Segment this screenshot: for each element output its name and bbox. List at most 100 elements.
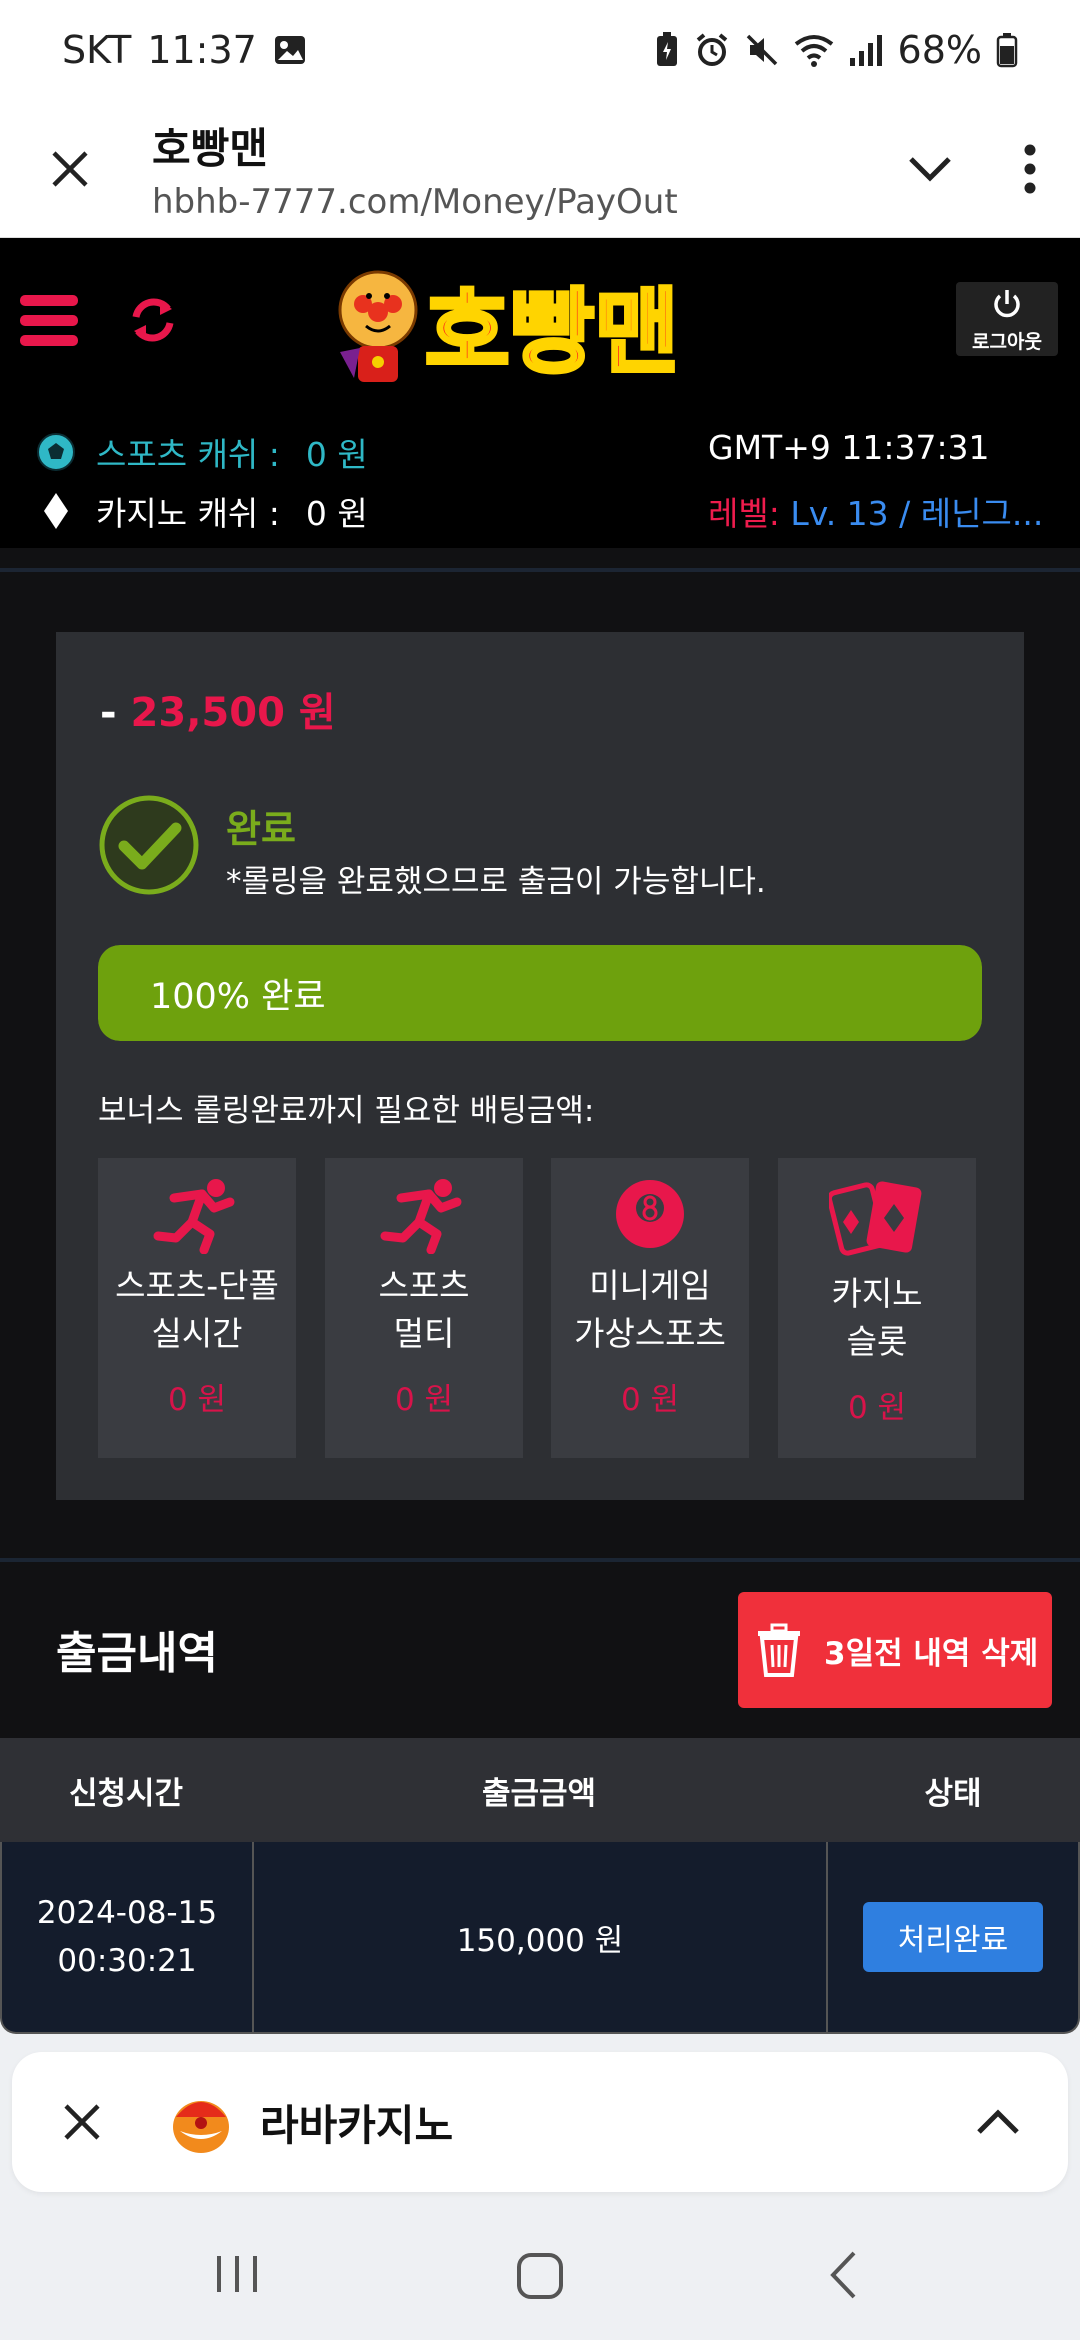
chevron-up-icon: [977, 2109, 1019, 2134]
url-text[interactable]: hbhb-7777.com/Money/PayOut: [152, 182, 880, 222]
check-circle-icon: [99, 795, 199, 895]
table-row: 2024-08-15 00:30:21 150,000 원 처리완료: [0, 1842, 1080, 2034]
recent-apps-icon: [217, 2256, 257, 2292]
runner-icon: [380, 1179, 462, 1254]
payout-amount: - 23,500 원: [100, 680, 336, 738]
tile-sports-multi: 스포츠멀티 0 원: [325, 1158, 523, 1458]
status-title: 완료: [226, 807, 296, 851]
battery-percent: 68%: [897, 28, 982, 72]
tile-casino-slot: 카지노슬롯 0 원: [778, 1158, 976, 1458]
amount-prefix: -: [100, 690, 117, 736]
logout-button[interactable]: 로그아웃: [956, 282, 1058, 356]
alarm-icon: [696, 33, 727, 66]
tile-line2: 실시간: [151, 1314, 243, 1353]
home-button[interactable]: [516, 2252, 564, 2304]
home-icon: [517, 2253, 563, 2299]
lava-casino-favicon: [173, 2101, 229, 2153]
signal-icon: [849, 35, 882, 66]
tile-line2: 멀티: [393, 1314, 455, 1353]
battery-saver-icon: [656, 32, 677, 66]
server-clock: GMT+9 11:37:31: [708, 428, 990, 467]
progress-label: 100% 완료: [150, 976, 326, 1017]
wifi-icon: [794, 35, 833, 67]
playing-cards-icon: [829, 1181, 922, 1256]
level-value: Lv. 13 / 레닌그...: [790, 494, 1044, 533]
more-options-button[interactable]: [980, 144, 1080, 194]
expand-button[interactable]: [880, 154, 980, 184]
tile-line2: 가상스포츠: [574, 1314, 726, 1353]
carrier-label: SKT: [62, 28, 132, 72]
row-status-cell: 처리완료: [828, 1842, 1078, 2032]
tile-line2: 슬롯: [846, 1322, 908, 1361]
history-title: 출금내역: [56, 1628, 218, 1679]
anpanman-logo: 호빵맨: [338, 270, 681, 388]
level-label: 레벨:: [708, 494, 780, 533]
expand-tab-button[interactable]: [928, 2107, 1068, 2137]
close-icon: [64, 2104, 100, 2140]
tile-value: 0 원: [394, 1382, 454, 1418]
chevron-down-icon: [909, 156, 951, 182]
refresh-icon: [132, 298, 174, 342]
hamburger-icon: [20, 295, 78, 346]
col-amount: 출금금액: [481, 1775, 597, 1812]
soccer-ball-icon: [37, 433, 75, 471]
row-datetime: 2024-08-15 00:30:21: [2, 1842, 254, 2032]
eight-ball-icon: [616, 1180, 684, 1248]
delete-history-button[interactable]: 3일전 내역 삭제: [738, 1592, 1052, 1708]
close-icon: [52, 150, 88, 187]
diamond-icon: [44, 493, 68, 529]
back-button[interactable]: [828, 2250, 858, 2304]
mute-icon: [746, 34, 777, 66]
sports-cash-value: 0 원: [305, 435, 368, 474]
tile-value: 0 원: [167, 1382, 227, 1418]
recent-apps-button[interactable]: [215, 2254, 259, 2298]
casino-cash-label: 카지노 캐쉬 :: [96, 494, 280, 533]
casino-cash-row: 카지노 캐쉬 : 0 원: [36, 487, 368, 535]
status-badge[interactable]: 처리완료: [863, 1902, 1043, 1972]
sports-cash-row: 스포츠 캐쉬 : 0 원: [36, 428, 368, 476]
refresh-button[interactable]: [130, 295, 176, 349]
progress-fill: 100% 완료: [98, 945, 982, 1041]
tile-sports-single: 스포츠-단폴실시간 0 원: [98, 1158, 296, 1458]
casino-cash-value: 0 원: [305, 494, 368, 533]
close-tab-button[interactable]: [0, 100, 140, 238]
bottom-tab-bar: 라바카지노: [12, 2052, 1068, 2192]
sports-cash-label: 스포츠 캐쉬 :: [96, 435, 280, 474]
rolling-progress-bar: 100% 완료: [98, 945, 982, 1041]
gallery-icon: [274, 36, 305, 64]
clock: 11:37: [147, 28, 257, 72]
close-bottom-tab-button[interactable]: [12, 2102, 152, 2142]
table-header: 신청시간 출금금액 상태: [0, 1738, 1080, 1842]
amount-value: 23,500 원: [130, 690, 336, 736]
required-bet-label: 보너스 롤링완료까지 필요한 배팅금액:: [98, 1093, 595, 1129]
power-icon: [994, 290, 1020, 318]
row-date: 2024-08-15: [36, 1895, 218, 1931]
row-time: 00:30:21: [57, 1943, 197, 1979]
tile-line1: 스포츠-단폴: [115, 1266, 279, 1305]
runner-icon: [153, 1179, 235, 1254]
browser-toolbar: 호빵맨 hbhb-7777.com/Money/PayOut: [0, 100, 1080, 238]
battery-icon: [996, 33, 1018, 68]
divider: [0, 568, 1080, 572]
trash-icon: [758, 1623, 800, 1677]
logo-text: 호빵맨: [425, 279, 679, 386]
more-vert-icon: [1024, 144, 1036, 193]
back-icon: [830, 2251, 856, 2299]
tile-value: 0 원: [620, 1382, 680, 1418]
row-amount: 150,000 원: [254, 1842, 828, 2032]
menu-button[interactable]: [20, 295, 78, 351]
col-status: 상태: [924, 1775, 982, 1812]
logout-label: 로그아웃: [972, 331, 1042, 353]
status-description: *롤링을 완료했으므로 출금이 가능합니다.: [226, 864, 766, 900]
bottom-tab-name[interactable]: 라바카지노: [260, 2092, 453, 2153]
user-level[interactable]: 레벨: Lv. 13 / 레닌그...: [708, 487, 1043, 535]
payout-history-table: 신청시간 출금금액 상태 2024-08-15 00:30:21 150,000 …: [0, 1738, 1080, 2034]
site-logo[interactable]: 호빵맨: [330, 262, 750, 392]
tile-line1: 스포츠: [378, 1266, 470, 1305]
section-divider: [0, 1558, 1080, 1562]
tile-line1: 미니게임: [589, 1266, 711, 1305]
bet-requirement-tiles: 스포츠-단폴실시간 0 원 스포츠멀티 0 원 미니게임가상스포츠 0 원 카지…: [98, 1158, 978, 1458]
tile-value: 0 원: [847, 1390, 907, 1426]
col-request-time: 신청시간: [68, 1775, 184, 1812]
tile-line1: 카지노: [831, 1274, 923, 1313]
